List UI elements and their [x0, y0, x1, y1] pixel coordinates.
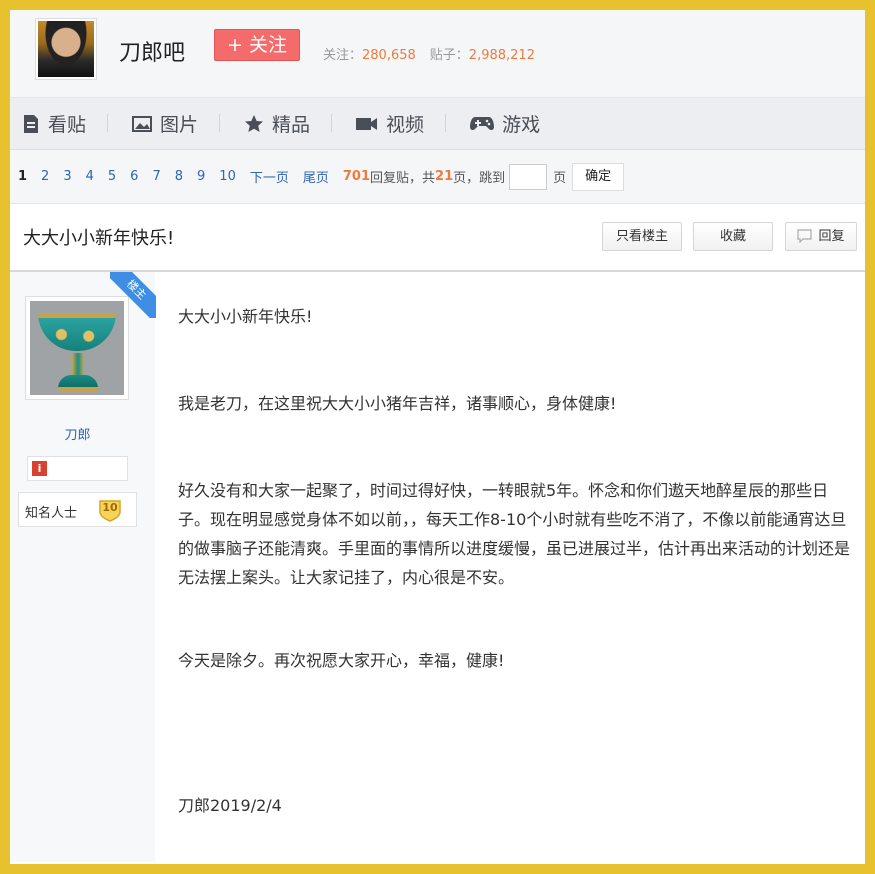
- author-level[interactable]: 知名人士 10: [18, 492, 137, 527]
- author-icon-badges: i: [27, 456, 128, 481]
- pagination: 1 2 3 4 5 6 7 8 9 10 下一页 尾页 701 回复贴，共 21…: [10, 150, 865, 204]
- forum-avatar[interactable]: [35, 18, 97, 80]
- nav-label: 游戏: [502, 114, 541, 136]
- level-badge-icon: 10: [97, 498, 123, 522]
- forum-avatar-image: [38, 21, 94, 77]
- page-link[interactable]: 8: [175, 169, 183, 184]
- post-paragraph: 好久没有和大家一起聚了，时间过得好快，一转眼就5年。怀念和你们遨天地醉星辰的那些…: [178, 481, 851, 587]
- nav-tab-games[interactable]: 游戏: [470, 110, 562, 137]
- nav-label: 视频: [386, 114, 425, 136]
- thread-title-row: 大大小小新年快乐! 只看楼主 收藏 回复: [10, 204, 865, 272]
- image-icon: [132, 115, 153, 132]
- page-frame: 刀郎吧 + 关注 关注：280,658 贴子：2,988,212 看贴 图片 精品…: [10, 10, 865, 864]
- jump-to-text: 页，跳到: [453, 171, 506, 186]
- reply-count-text: 回复贴，共: [370, 171, 436, 186]
- author-sidebar: 楼主 刀郎 i 知名人士 10: [10, 272, 156, 862]
- nav-label: 精品: [272, 114, 311, 136]
- favorite-button[interactable]: 收藏: [693, 222, 773, 251]
- nav-tab-images[interactable]: 图片: [132, 110, 221, 137]
- post-paragraph: 我是老刀，在这里祝大大小小猪年吉祥，诸事顺心，身体健康!: [178, 394, 617, 413]
- next-page-link[interactable]: 下一页: [250, 167, 289, 186]
- nav-label: 图片: [160, 114, 199, 136]
- page-link[interactable]: 10: [219, 169, 236, 184]
- page-link[interactable]: 7: [152, 169, 160, 184]
- follow-button[interactable]: + 关注: [214, 29, 300, 61]
- only-owner-button[interactable]: 只看楼主: [602, 222, 682, 251]
- forum-header: 刀郎吧 + 关注 关注：280,658 贴子：2,988,212: [10, 10, 865, 98]
- owner-badge-label: 楼主: [110, 272, 156, 318]
- page-link[interactable]: 5: [108, 169, 116, 184]
- followers-count: 280,658: [362, 48, 416, 63]
- page-link[interactable]: 6: [130, 169, 138, 184]
- page-link[interactable]: 3: [63, 169, 71, 184]
- nav-tab-posts[interactable]: 看贴: [22, 110, 109, 137]
- comment-icon: [797, 229, 813, 244]
- page-link[interactable]: 2: [41, 169, 49, 184]
- posts-label: 贴子：: [429, 48, 469, 63]
- level-number: 10: [102, 501, 118, 514]
- info-icon[interactable]: i: [32, 461, 47, 476]
- owner-badge: 楼主: [110, 272, 156, 318]
- last-page-link[interactable]: 尾页: [303, 167, 329, 186]
- page-suffix: 页: [553, 171, 567, 186]
- nav-label: 看贴: [48, 114, 87, 136]
- page-current: 1: [18, 169, 28, 184]
- thread-title: 大大小小新年快乐!: [23, 228, 175, 249]
- post-paragraph: 今天是除夕。再次祝愿大家开心，幸福，健康!: [178, 651, 505, 670]
- followers-label: 关注：: [323, 48, 363, 63]
- reply-button-label: 回复: [818, 229, 845, 244]
- jump-page-input[interactable]: [509, 163, 548, 190]
- star-icon: [245, 114, 264, 132]
- forum-name[interactable]: 刀郎吧: [119, 35, 185, 67]
- page-count: 21: [435, 169, 454, 184]
- post-signature: 刀郎2019/2/4: [178, 796, 282, 815]
- jump-confirm-button[interactable]: 确定: [572, 162, 625, 191]
- post-content: 大大小小新年快乐! 我是老刀，在这里祝大大小小猪年吉祥，诸事顺心，身体健康! 好…: [178, 302, 858, 820]
- reply-count: 701: [342, 169, 371, 184]
- post-paragraph: 大大小小新年快乐!: [178, 307, 313, 326]
- forum-nav: 看贴 图片 精品 视频 游戏: [10, 98, 865, 150]
- page-link[interactable]: 9: [197, 169, 205, 184]
- gamepad-icon: [470, 116, 495, 130]
- author-name[interactable]: 刀郎: [10, 424, 145, 443]
- author-level-title: 知名人士: [25, 506, 78, 521]
- reply-button[interactable]: 回复: [785, 222, 857, 251]
- posts-count: 2,988,212: [468, 48, 535, 63]
- document-icon: [24, 114, 38, 133]
- nav-tab-video[interactable]: 视频: [356, 110, 447, 137]
- post: 楼主 刀郎 i 知名人士 10 大大小小新年快乐! 我是老刀，在这里祝大大小小猪…: [10, 272, 865, 862]
- page-link[interactable]: 4: [86, 169, 94, 184]
- forum-stats: 关注：280,658 贴子：2,988,212: [323, 44, 549, 63]
- nav-tab-featured[interactable]: 精品: [244, 110, 333, 137]
- video-icon: [356, 117, 378, 130]
